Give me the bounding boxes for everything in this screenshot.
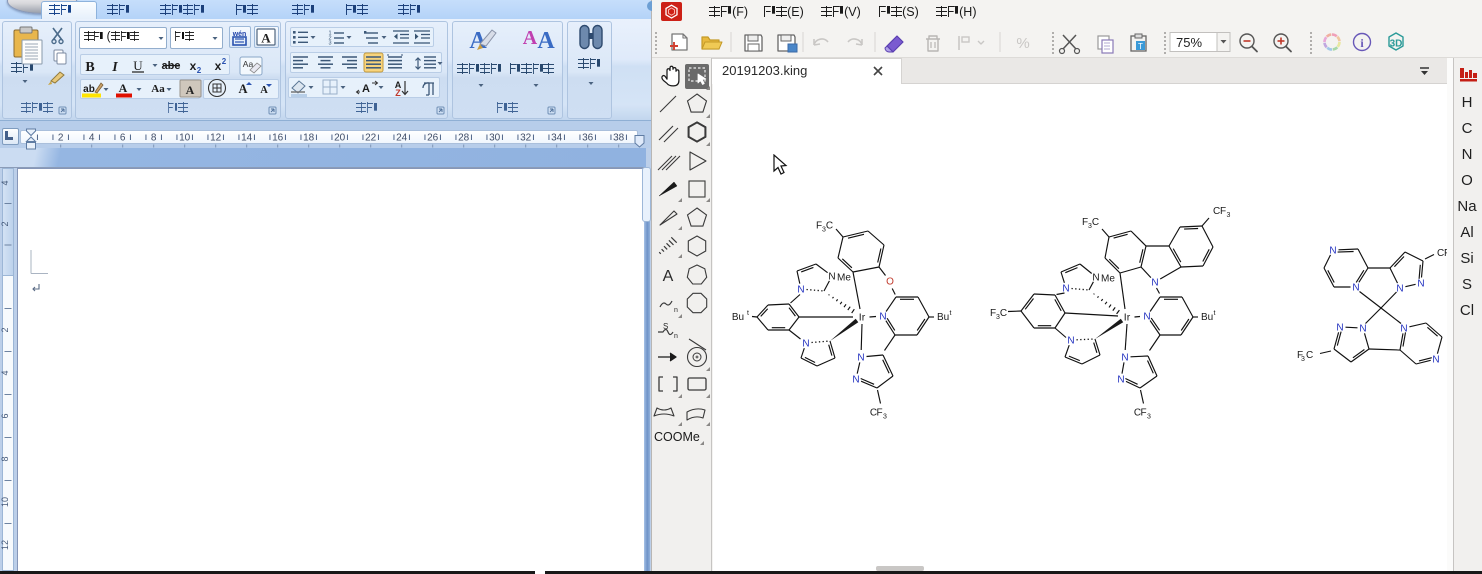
svg-text:20: 20 — [334, 133, 346, 144]
svg-text:%: % — [1016, 35, 1029, 52]
svg-text:N: N — [1400, 324, 1407, 335]
svg-text:26: 26 — [427, 133, 439, 144]
svg-text:C: C — [1000, 308, 1007, 319]
svg-text:Bu: Bu — [937, 312, 949, 323]
svg-text:4: 4 — [0, 370, 10, 375]
svg-text:3: 3 — [883, 414, 887, 421]
svg-text:Ir: Ir — [859, 312, 866, 324]
svg-text:COOMe: COOMe — [654, 430, 700, 444]
svg-text:Me: Me — [1101, 274, 1115, 285]
svg-text:2: 2 — [58, 133, 64, 144]
svg-text:10: 10 — [179, 133, 191, 144]
svg-text:N: N — [1067, 336, 1074, 347]
svg-text:Bu: Bu — [732, 312, 744, 323]
svg-text:N: N — [828, 272, 835, 283]
svg-text:N: N — [1329, 246, 1336, 257]
svg-text:6: 6 — [0, 413, 10, 418]
svg-text:C: C — [1306, 350, 1313, 361]
svg-text:4: 4 — [0, 180, 10, 185]
svg-text:t: t — [950, 310, 952, 317]
svg-text:n: n — [674, 307, 678, 314]
svg-text:3: 3 — [1227, 212, 1231, 219]
svg-text:t: t — [1214, 310, 1216, 317]
svg-text:N: N — [802, 339, 809, 350]
svg-text:2: 2 — [0, 327, 10, 332]
svg-text:3D: 3D — [1390, 39, 1403, 50]
svg-text:8: 8 — [151, 133, 157, 144]
svg-text:N: N — [879, 312, 886, 323]
svg-text:Bu: Bu — [1201, 312, 1213, 323]
svg-text:32: 32 — [520, 133, 532, 144]
svg-text:N: N — [797, 285, 804, 296]
svg-text:34: 34 — [551, 133, 563, 144]
svg-text:24: 24 — [396, 133, 408, 144]
svg-text:8: 8 — [0, 456, 10, 461]
svg-text:2: 2 — [0, 221, 10, 226]
svg-text:F: F — [876, 408, 882, 419]
svg-text:12: 12 — [210, 133, 222, 144]
svg-text:30: 30 — [489, 133, 501, 144]
svg-text:C: C — [1092, 217, 1099, 228]
svg-text:N: N — [1336, 323, 1343, 334]
svg-text:N: N — [1396, 284, 1403, 295]
svg-text:N: N — [1359, 324, 1366, 335]
svg-text:t: t — [747, 310, 749, 317]
svg-text:12: 12 — [0, 540, 10, 550]
svg-text:n: n — [674, 333, 678, 340]
svg-text:i: i — [1360, 36, 1364, 50]
svg-text:T: T — [1138, 42, 1143, 51]
svg-text:18: 18 — [303, 133, 315, 144]
svg-text:F: F — [1140, 408, 1146, 419]
svg-text:N: N — [1417, 279, 1424, 290]
svg-text:N: N — [1143, 312, 1150, 323]
svg-text:N: N — [1151, 278, 1158, 289]
svg-text:F: F — [1220, 206, 1226, 217]
svg-text:4: 4 — [89, 133, 95, 144]
svg-text:36: 36 — [582, 133, 594, 144]
svg-text:22: 22 — [365, 133, 377, 144]
svg-text:16: 16 — [272, 133, 284, 144]
svg-text:3: 3 — [1147, 414, 1151, 421]
svg-text:N: N — [857, 353, 864, 364]
svg-text:N: N — [1117, 375, 1124, 386]
svg-text:75%: 75% — [1176, 35, 1202, 50]
svg-text:C: C — [826, 221, 833, 232]
svg-text:S: S — [663, 322, 668, 331]
svg-text:Me: Me — [837, 273, 851, 284]
svg-text:28: 28 — [458, 133, 470, 144]
svg-text:10: 10 — [0, 497, 10, 507]
svg-text:N: N — [1432, 355, 1439, 366]
svg-text:38: 38 — [613, 133, 625, 144]
svg-text:A: A — [663, 268, 674, 285]
svg-text:3: 3 — [1301, 356, 1305, 363]
svg-text:O: O — [886, 277, 894, 288]
svg-text:N: N — [1092, 273, 1099, 284]
svg-text:14: 14 — [241, 133, 253, 144]
svg-text:6: 6 — [120, 133, 126, 144]
svg-text:N: N — [1121, 353, 1128, 364]
svg-text:N: N — [1352, 283, 1359, 294]
svg-text:Ir: Ir — [1124, 312, 1131, 324]
svg-text:N: N — [852, 375, 859, 386]
